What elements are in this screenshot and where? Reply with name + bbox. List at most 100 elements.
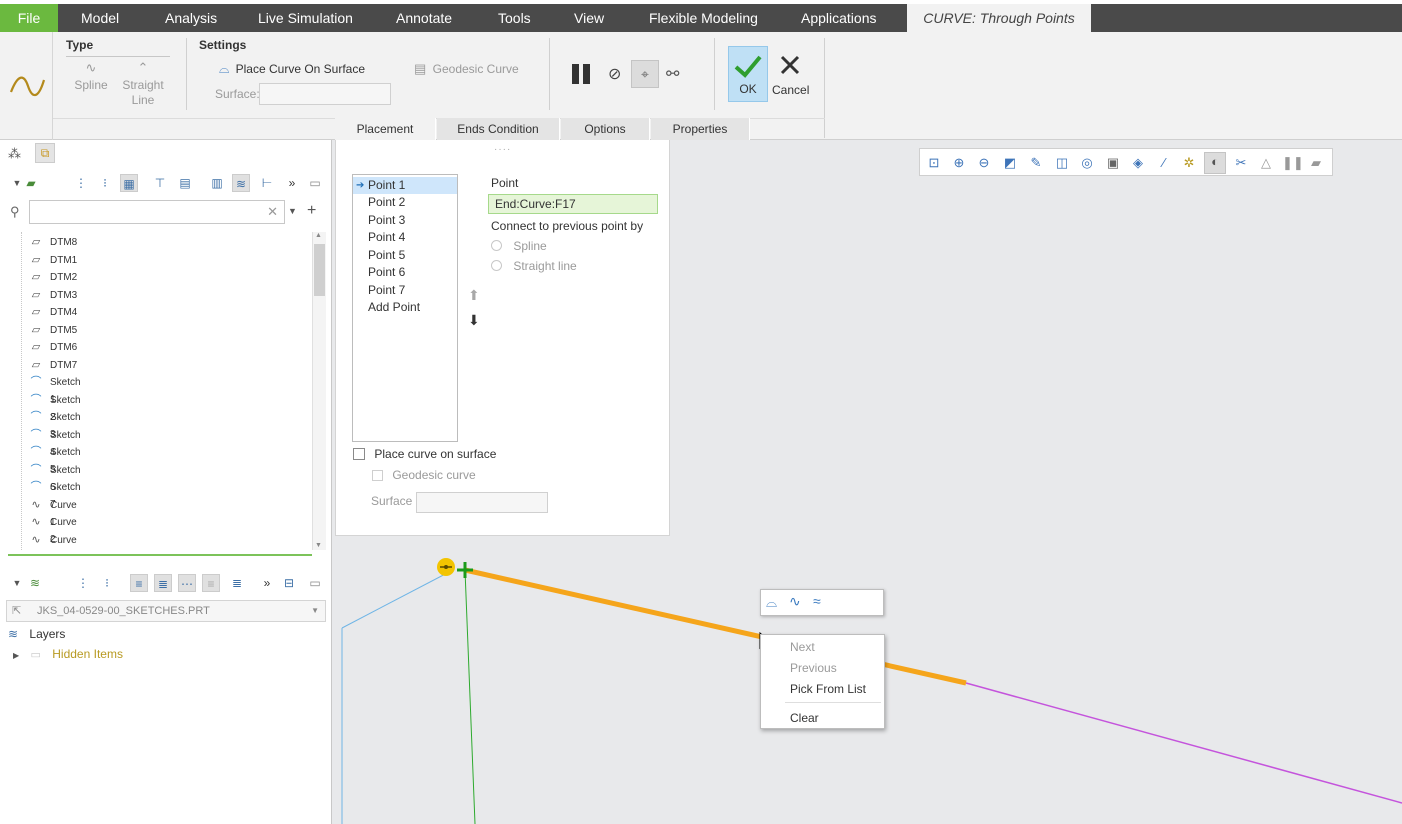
layers-root[interactable]: ≋ Layers — [8, 627, 65, 641]
menu-flexible-modeling[interactable]: Flexible Modeling — [649, 4, 758, 32]
panel-grip[interactable]: ···· — [494, 144, 511, 155]
geodesic-checkbox[interactable]: Geodesic curve — [372, 468, 476, 482]
layer-stack-icon[interactable]: ≋ — [26, 574, 44, 592]
spline-button[interactable]: ∿ Spline — [66, 60, 116, 92]
list-item-point-3[interactable]: Point 3 — [353, 212, 457, 229]
list-item-point-6[interactable]: Point 6 — [353, 264, 457, 281]
tab-curve-through-points[interactable]: CURVE: Through Points — [907, 4, 1091, 32]
pause-view-icon[interactable]: ❚❚ — [1282, 154, 1304, 172]
menu-item-clear[interactable]: Clear — [790, 711, 819, 725]
spin-center-icon[interactable]: ✂ — [1232, 154, 1250, 172]
place-on-surface-button[interactable]: ⌓ Place Curve On Surface — [219, 61, 365, 77]
point-reference-field[interactable]: End:Curve:F17 — [488, 194, 658, 214]
menu-item-next[interactable]: Next — [790, 640, 815, 654]
menu-annotate[interactable]: Annotate — [396, 4, 452, 32]
repaint-icon[interactable]: ◩ — [1001, 154, 1019, 172]
options-icon[interactable]: ▭ — [306, 574, 324, 592]
cancel-button[interactable]: Cancel — [772, 46, 809, 102]
table-icon[interactable]: ▤ — [176, 174, 194, 192]
part-icon[interactable]: ▰ — [22, 174, 40, 192]
list-item-point-2[interactable]: Point 2 — [353, 194, 457, 211]
layer-hide-icon[interactable]: ⋯ — [178, 574, 196, 592]
tree-filter-icon[interactable]: ⋮ — [74, 574, 92, 592]
collapse-icon[interactable]: ▼ — [8, 574, 26, 592]
section-icon[interactable]: ◎ — [1078, 154, 1096, 172]
layer-unhide-icon[interactable]: ≡ — [202, 574, 220, 592]
more-icon[interactable]: » — [283, 174, 301, 192]
saved-orientations-icon[interactable]: ◫ — [1053, 154, 1071, 172]
surface-collector[interactable] — [416, 492, 548, 513]
tree-filter-icon[interactable]: ⋮ — [72, 174, 90, 192]
file-menu[interactable]: File — [0, 4, 58, 32]
straight-line-radio[interactable]: Straight line — [491, 259, 577, 273]
geodesic-curve-button[interactable]: ▤ Geodesic Curve — [414, 61, 519, 77]
curve-on-surface-icon[interactable]: ⌓ — [766, 594, 777, 611]
scrollbar-thumb[interactable] — [314, 244, 325, 296]
layer-new-icon[interactable]: ≡ — [130, 574, 148, 592]
no-preview-icon[interactable]: ⊘ — [608, 64, 621, 84]
tree-list-icon[interactable]: ▥ — [208, 174, 226, 192]
ok-button[interactable]: OK — [728, 46, 768, 102]
list-item-point-1[interactable]: ➔ Point 1 — [353, 177, 457, 194]
add-icon[interactable]: + — [307, 202, 316, 220]
list-item-point-4[interactable]: Point 4 — [353, 229, 457, 246]
straight-line-button[interactable]: ⌃ Straight Line — [118, 60, 168, 108]
curve-option-icon[interactable]: ≈ — [813, 593, 821, 609]
model-tree-tab-icon[interactable]: ⁂ — [8, 146, 21, 162]
reorient-icon[interactable]: ✎ — [1027, 154, 1045, 172]
layer-tree-tab-icon[interactable]: ⧉ — [35, 143, 55, 163]
tab-properties[interactable]: Properties — [651, 118, 750, 140]
menu-view[interactable]: View — [574, 4, 604, 32]
tree-columns-icon[interactable]: ⁝ — [98, 574, 116, 592]
datum-points-icon[interactable]: ✲ — [1180, 154, 1198, 172]
tab-options[interactable]: Options — [561, 118, 650, 140]
tree-search-input[interactable]: ✕ — [29, 200, 285, 224]
model-tree[interactable]: ▱ DTM8 ▱ DTM1 ▱ DTM2 ▱ DTM3 ▱ DTM4 ▱ DTM5 ▱ DTM6 ▱ DTM7… — [0, 232, 312, 550]
layers-icon[interactable]: ≋ — [232, 174, 250, 192]
layer-props-icon[interactable]: ≣ — [154, 574, 172, 592]
list-item-point-7[interactable]: Point 7 — [353, 282, 457, 299]
view-more-icon[interactable]: ▰ — [1307, 154, 1325, 172]
spline-radio[interactable]: Spline — [491, 239, 547, 253]
clear-search-icon[interactable]: ✕ — [267, 204, 278, 220]
surface-field[interactable] — [259, 83, 391, 105]
datum-display-icon[interactable]: ⁄ — [1155, 154, 1173, 172]
move-up-icon[interactable]: ⬆ — [468, 287, 480, 304]
menu-item-pick-from-list[interactable]: Pick From List — [790, 682, 866, 696]
options-icon[interactable]: ▭ — [306, 174, 324, 192]
list-item-point-5[interactable]: Point 5 — [353, 247, 457, 264]
refit-icon[interactable]: ⊡ — [925, 154, 943, 172]
menu-tools[interactable]: Tools — [498, 4, 531, 32]
verify-mode-button[interactable]: ⌖ — [631, 60, 659, 88]
add-point-item[interactable]: Add Point — [353, 299, 457, 316]
tree-columns-icon[interactable]: ⁝ — [96, 174, 114, 192]
hidden-items-row[interactable]: ▶ ▭ Hidden Items — [13, 647, 123, 661]
add-point-icon[interactable]: ∿ — [789, 593, 801, 610]
show-icon[interactable]: ▦ — [120, 174, 138, 192]
menu-item-previous[interactable]: Previous — [790, 661, 837, 675]
move-down-icon[interactable]: ⬇ — [468, 312, 480, 329]
place-on-surface-checkbox[interactable]: Place curve on surface — [353, 447, 496, 461]
menu-model[interactable]: Model — [81, 4, 119, 32]
point-list[interactable]: ➔ Point 1 Point 2 Point 3 Point 4 Point … — [352, 174, 458, 442]
settings-tree-icon[interactable]: ⊤ — [151, 174, 169, 192]
appearance-icon[interactable]: △ — [1257, 154, 1275, 172]
menu-applications[interactable]: Applications — [801, 4, 877, 32]
annotation-display-icon[interactable]: ◐ — [1204, 152, 1226, 174]
menu-live-simulation[interactable]: Live Simulation — [258, 4, 353, 32]
hierarchy-icon[interactable]: ⊢ — [258, 174, 276, 192]
more-icon[interactable]: » — [258, 574, 276, 592]
tab-placement[interactable]: Placement — [335, 118, 436, 140]
layer-info-icon[interactable]: ⊟ — [280, 574, 298, 592]
filter-icon[interactable]: ⚲ — [10, 204, 20, 220]
tab-ends-condition[interactable]: Ends Condition — [437, 118, 560, 140]
view-manager-icon[interactable]: ▣ — [1104, 154, 1122, 172]
zoom-in-icon[interactable]: ⊕ — [950, 154, 968, 172]
glasses-icon[interactable]: ⚯ — [666, 64, 679, 84]
splitter[interactable] — [8, 554, 312, 556]
menu-analysis[interactable]: Analysis — [165, 4, 217, 32]
tree-scrollbar[interactable]: ▲ ▼ — [312, 232, 326, 550]
pause-button[interactable] — [570, 62, 594, 86]
model-selector[interactable]: ⇱ JKS_04-0529-00_SKETCHES.PRT ▼ — [6, 600, 326, 622]
expand-icon[interactable]: ▶ — [13, 651, 19, 660]
